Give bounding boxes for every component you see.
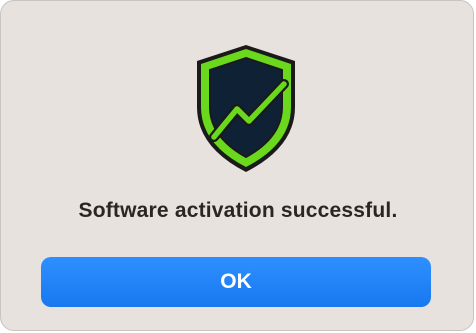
shield-icon (191, 41, 301, 176)
activation-message: Software activation successful. (78, 199, 398, 222)
ok-button[interactable]: OK (41, 257, 431, 307)
activation-dialog: Software activation successful. OK (0, 0, 474, 331)
